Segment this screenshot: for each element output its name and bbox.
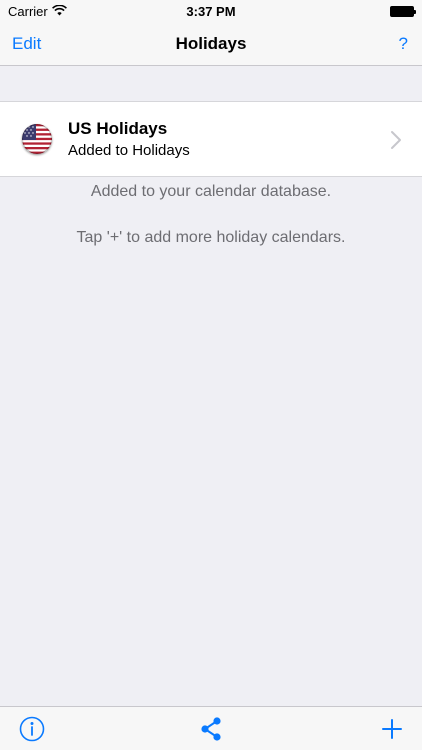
share-icon[interactable] xyxy=(197,715,225,743)
edit-button[interactable]: Edit xyxy=(12,22,41,66)
page-title: Holidays xyxy=(175,33,247,53)
wifi-icon xyxy=(51,4,67,19)
chevron-right-icon xyxy=(391,131,401,149)
status-bar: Carrier 3:37 PM xyxy=(0,0,422,22)
carrier-label: Carrier xyxy=(8,3,48,19)
info-text-tap-add: Tap '+' to add more holiday calendars. xyxy=(76,229,346,246)
status-left: Carrier xyxy=(8,4,67,19)
info-icon[interactable] xyxy=(18,715,46,743)
info-text-added: Added to your calendar database. xyxy=(90,183,332,200)
us-flag-icon xyxy=(22,124,52,154)
add-icon[interactable] xyxy=(378,715,406,743)
holiday-calendar-row[interactable]: US Holidays Added to Holidays xyxy=(0,101,422,177)
row-title: US Holidays xyxy=(68,119,168,138)
help-button[interactable]: ? xyxy=(399,22,408,66)
bottom-toolbar xyxy=(0,706,422,750)
battery-icon xyxy=(390,5,416,17)
row-text: US Holidays Added to Holidays xyxy=(68,119,190,159)
navigation-bar: Edit Holidays ? xyxy=(0,22,422,66)
row-subtitle: Added to Holidays xyxy=(68,142,190,159)
